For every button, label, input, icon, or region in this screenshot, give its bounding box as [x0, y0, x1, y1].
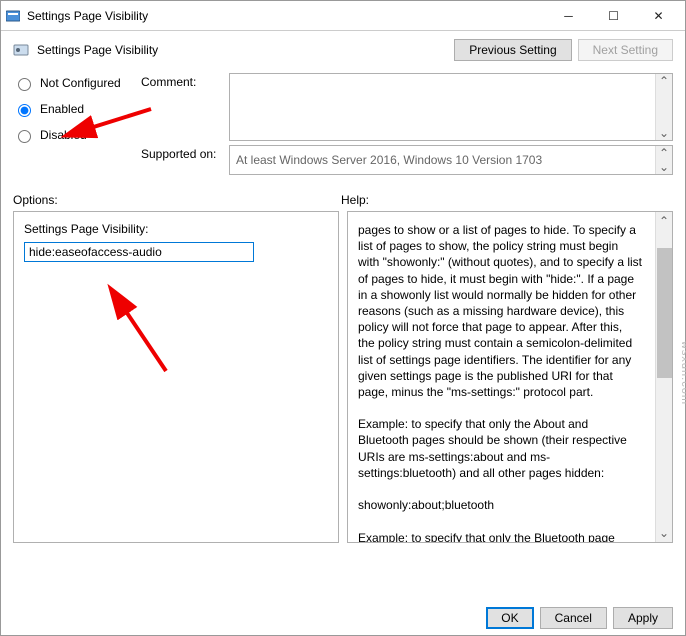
- setting-field-label: Settings Page Visibility:: [24, 222, 328, 236]
- apply-button[interactable]: Apply: [613, 607, 673, 629]
- radio-not-configured[interactable]: Not Configured: [13, 75, 133, 91]
- supported-on-text: At least Windows Server 2016, Windows 10…: [236, 153, 542, 167]
- comment-label: Comment:: [141, 73, 221, 89]
- policy-icon: [13, 42, 29, 58]
- radio-disabled[interactable]: Disabled: [13, 127, 133, 143]
- watermark: wsxdn.com: [679, 341, 686, 405]
- radio-enabled-label: Enabled: [40, 102, 84, 116]
- help-text: pages to show or a list of pages to hide…: [358, 222, 662, 543]
- dialog-buttons: OK Cancel Apply: [486, 607, 673, 629]
- options-panel: Settings Page Visibility:: [13, 211, 339, 543]
- header-title: Settings Page Visibility: [37, 43, 158, 57]
- help-scrollbar[interactable]: ⌃ ⌄: [655, 212, 672, 542]
- cancel-button[interactable]: Cancel: [540, 607, 607, 629]
- comment-scrollbar[interactable]: ⌃⌄: [655, 74, 672, 140]
- previous-setting-button[interactable]: Previous Setting: [454, 39, 571, 61]
- radio-enabled-input[interactable]: [18, 104, 31, 117]
- supported-on-box: At least Windows Server 2016, Windows 10…: [229, 145, 673, 175]
- radio-disabled-input[interactable]: [18, 130, 31, 143]
- help-panel: pages to show or a list of pages to hide…: [347, 211, 673, 543]
- radio-disabled-label: Disabled: [40, 128, 87, 142]
- next-setting-button: Next Setting: [578, 39, 673, 61]
- radio-not-configured-label: Not Configured: [40, 76, 121, 90]
- ok-button[interactable]: OK: [486, 607, 533, 629]
- help-label: Help:: [341, 193, 369, 207]
- comment-textarea[interactable]: ⌃⌄: [229, 73, 673, 141]
- radio-not-configured-input[interactable]: [18, 78, 31, 91]
- close-button[interactable]: ✕: [636, 2, 681, 30]
- header-row: Settings Page Visibility Previous Settin…: [1, 31, 685, 69]
- help-scrollbar-thumb[interactable]: [657, 248, 672, 378]
- supported-scrollbar[interactable]: ⌃⌄: [655, 146, 672, 174]
- options-label: Options:: [13, 193, 341, 207]
- settings-visibility-input[interactable]: [24, 242, 254, 262]
- radio-enabled[interactable]: Enabled: [13, 101, 133, 117]
- window-title: Settings Page Visibility: [27, 9, 546, 23]
- supported-on-label: Supported on:: [141, 145, 221, 161]
- titlebar: Settings Page Visibility ─ ☐ ✕: [1, 1, 685, 31]
- app-icon: [5, 8, 21, 24]
- maximize-button[interactable]: ☐: [591, 2, 636, 30]
- minimize-button[interactable]: ─: [546, 2, 591, 30]
